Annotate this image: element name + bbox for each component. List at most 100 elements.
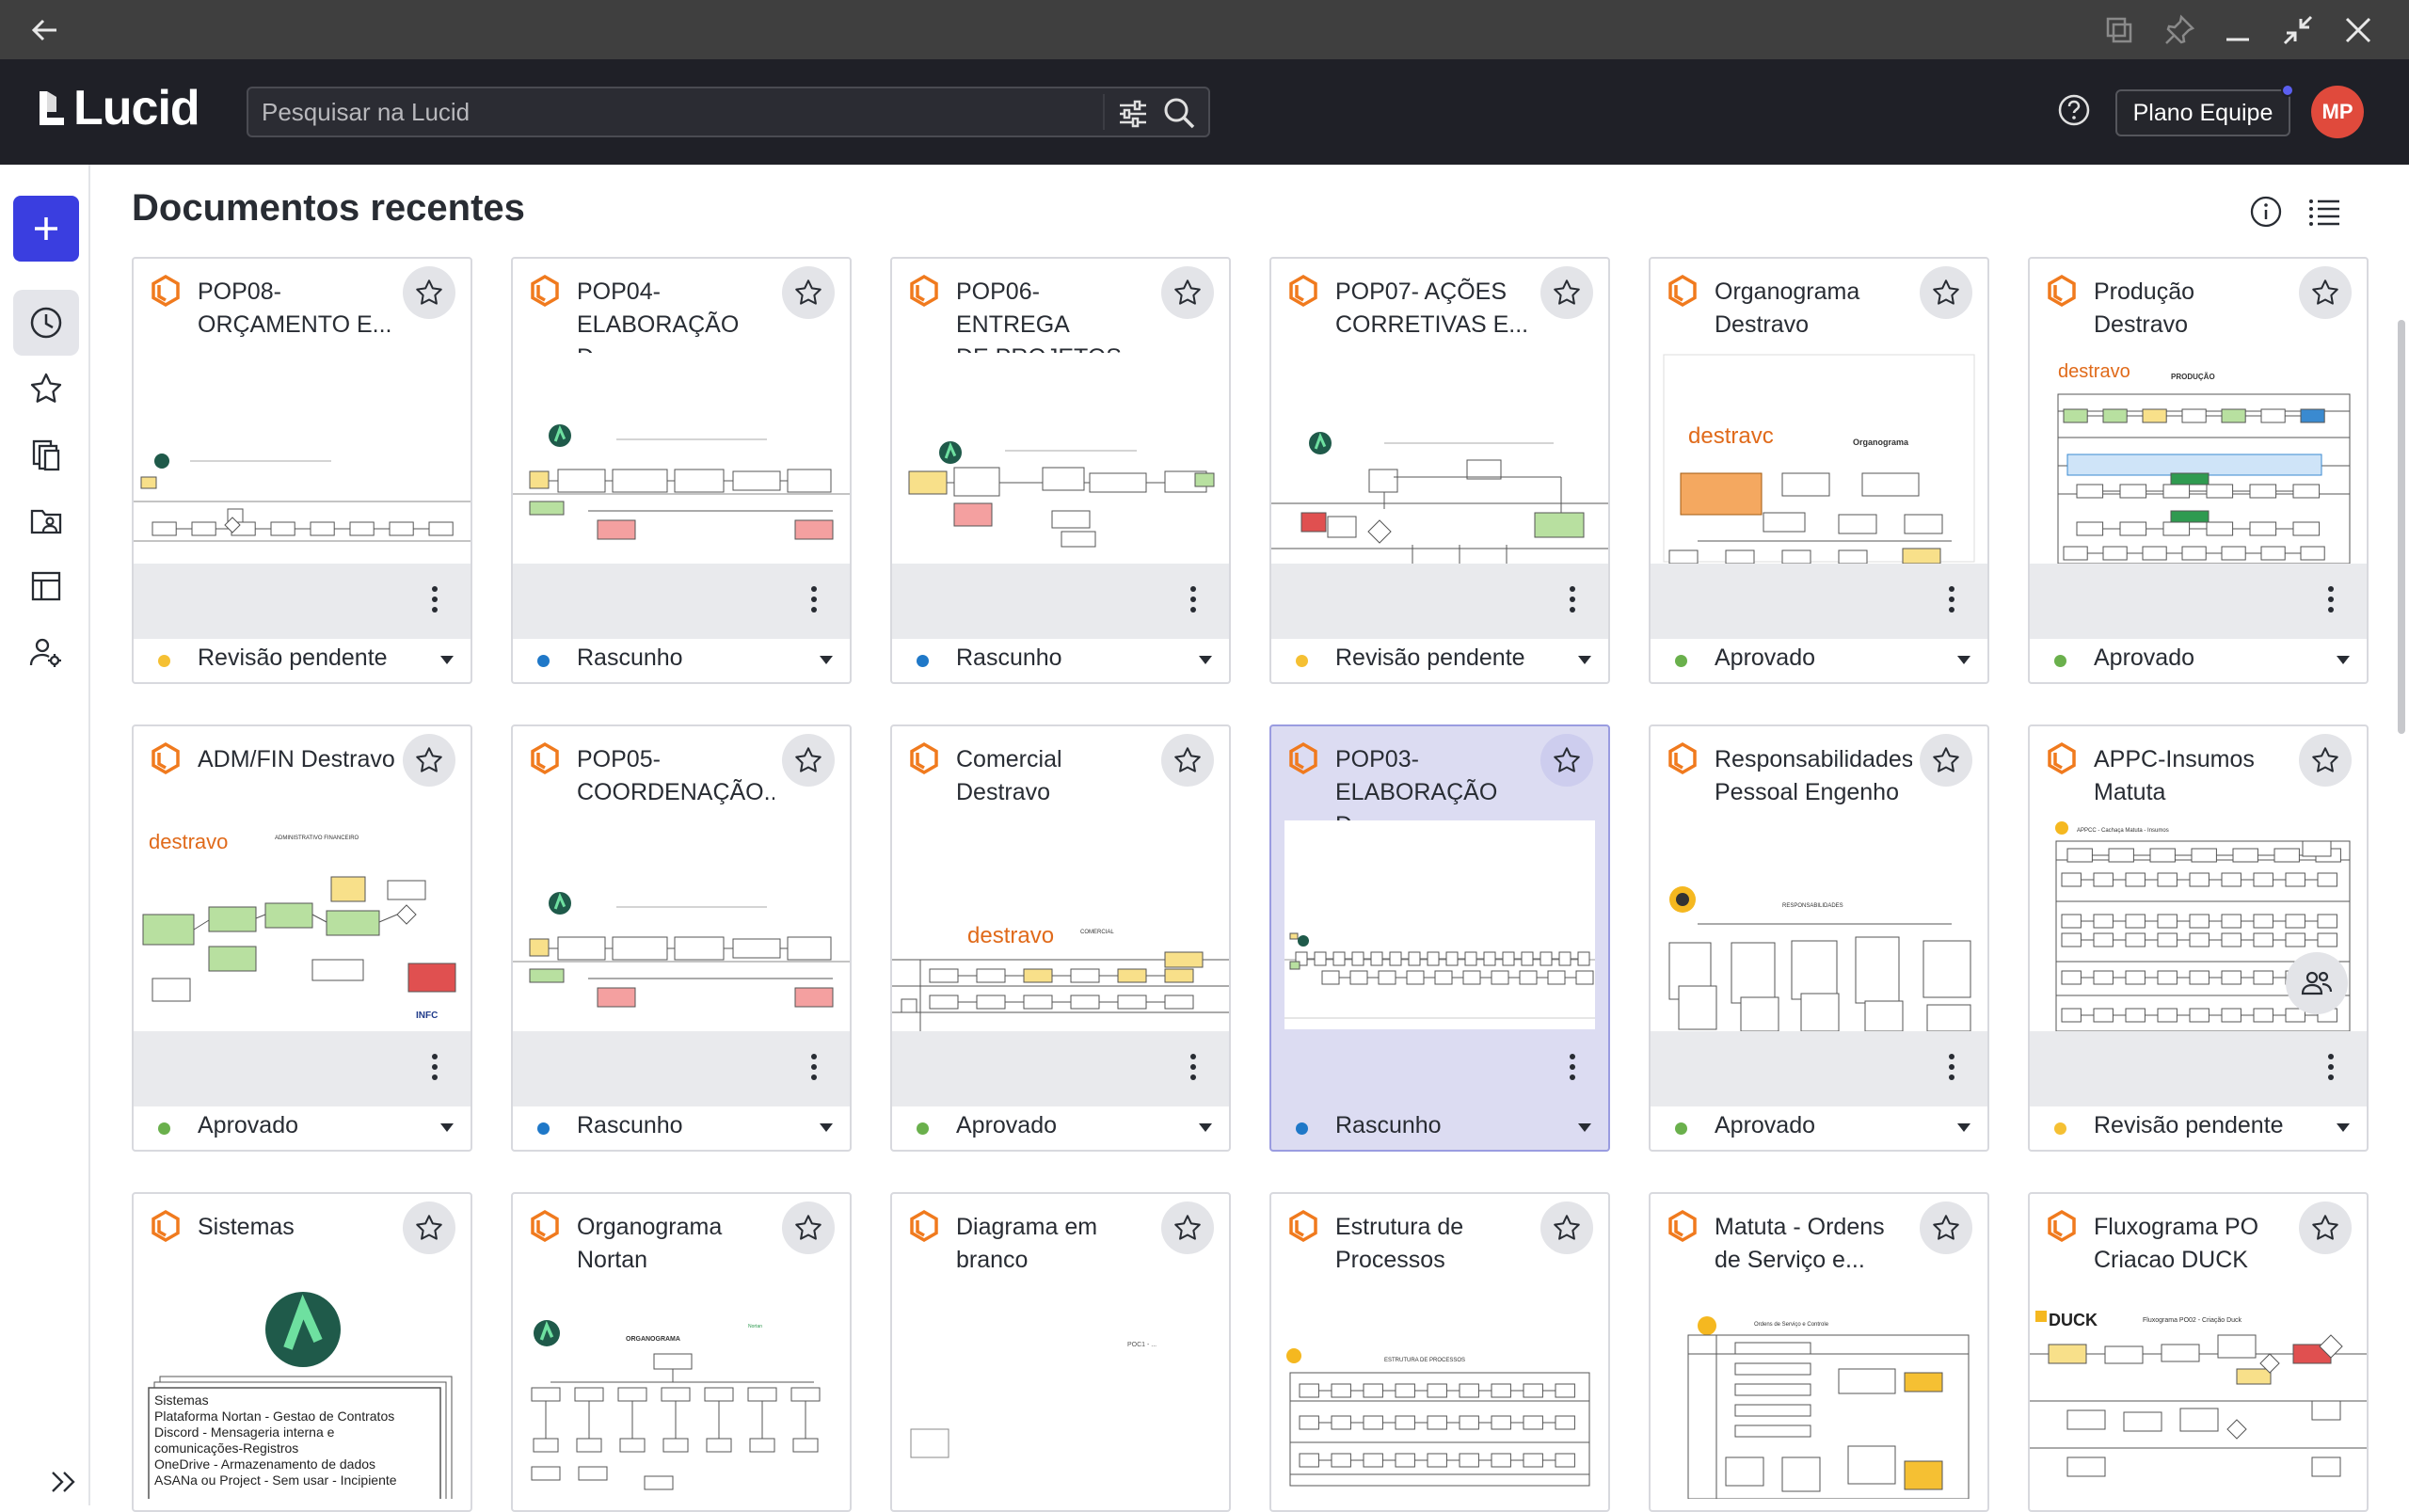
new-document-button[interactable] [13, 196, 79, 262]
favorite-star-button[interactable] [782, 734, 835, 787]
document-thumbnail: ORGANOGRAMA Nortan [513, 1288, 850, 1499]
pin-icon[interactable] [2161, 11, 2198, 49]
lucidchart-icon [149, 741, 183, 775]
status-dropdown[interactable]: Revisão pendente [134, 639, 471, 682]
document-card[interactable]: Organograma Nortan ORGANOGRAMA Nortan [511, 1192, 852, 1512]
close-icon[interactable] [2339, 11, 2377, 49]
document-card[interactable]: Organograma Destravo destravc Organograma A… [1649, 257, 1989, 684]
document-card[interactable]: POP07- AÇÕES CORRETIVAS E... Revisão pend… [1269, 257, 1610, 684]
favorite-star-button[interactable] [2299, 266, 2352, 319]
document-card[interactable]: Responsabilidades Pessoal Engenho RESPONS… [1649, 724, 1989, 1152]
status-dropdown[interactable]: Aprovado [1651, 1106, 1987, 1150]
document-card[interactable]: Estrutura de Processos ESTRUTURA DE PROCE… [1269, 1192, 1610, 1512]
status-dropdown[interactable]: Revisão pendente [1271, 639, 1608, 682]
document-card[interactable]: Fluxograma PO Criacao DUCK DUCK Fluxograma… [2028, 1192, 2369, 1512]
help-icon[interactable] [2055, 91, 2093, 129]
expand-sidebar-icon[interactable] [45, 1463, 83, 1501]
star-icon [795, 279, 822, 305]
status-dropdown[interactable]: Aprovado [892, 1106, 1229, 1150]
favorite-star-button[interactable] [2299, 1202, 2352, 1254]
status-dropdown[interactable]: Rascunho [513, 639, 850, 682]
document-card[interactable]: APPC-Insumos Matuta APPCC - Cachaça Matut… [2028, 724, 2369, 1152]
status-dropdown[interactable]: Rascunho [513, 1106, 850, 1150]
plan-button[interactable]: Plano Equipe [2115, 84, 2294, 136]
document-card[interactable]: Comercial Destravo destravo COMERCIAL Aprov… [890, 724, 1231, 1152]
back-icon[interactable] [26, 11, 64, 49]
favorite-star-button[interactable] [782, 1202, 835, 1254]
collaborators-button[interactable] [2286, 952, 2348, 1014]
document-card[interactable]: POP05- COORDENAÇÃO... Rascunho [511, 724, 852, 1152]
sidebar-item-shared[interactable] [13, 487, 79, 553]
favorite-star-button[interactable] [782, 266, 835, 319]
favorite-star-button[interactable] [1540, 1202, 1593, 1254]
more-options-button[interactable] [795, 579, 833, 620]
more-options-button[interactable] [2312, 579, 2350, 620]
favorite-star-button[interactable] [1920, 1202, 1972, 1254]
document-card[interactable]: ADM/FIN Destravo destravo ADMINISTRATIVO F… [132, 724, 472, 1152]
document-thumbnail: Sistemas Plataforma Nortan - Gestao de Co… [134, 1288, 471, 1499]
svg-text:destravo: destravo [967, 923, 1054, 948]
info-icon[interactable] [2247, 193, 2285, 231]
favorite-star-button[interactable] [2299, 734, 2352, 787]
status-label: Revisão pendente [2094, 1112, 2284, 1138]
document-thumbnail: destravo PRODUÇÃO [2030, 353, 2367, 564]
shrink-icon[interactable] [2279, 11, 2317, 49]
search-icon[interactable] [1159, 93, 1199, 133]
favorite-star-button[interactable] [1161, 266, 1214, 319]
document-card[interactable]: Produção Destravo destravo PRODUÇÃO Aprovad… [2028, 257, 2369, 684]
status-dropdown[interactable]: Aprovado [2030, 639, 2367, 682]
status-dropdown[interactable]: Aprovado [1651, 639, 1987, 682]
favorite-star-button[interactable] [1920, 734, 1972, 787]
favorite-star-button[interactable] [1540, 734, 1593, 787]
sidebar-item-documents[interactable] [13, 422, 79, 487]
more-options-button[interactable] [795, 1046, 833, 1088]
app-header: Lucid Plano Equipe MP [0, 59, 2409, 165]
filter-icon[interactable] [1114, 95, 1152, 133]
sidebar-item-templates[interactable] [13, 553, 79, 619]
status-dot [1296, 655, 1308, 667]
more-options-button[interactable] [416, 1046, 454, 1088]
status-dropdown[interactable]: Aprovado [134, 1106, 471, 1150]
document-card[interactable]: Diagrama em branco POC1 - ... [890, 1192, 1231, 1512]
popout-icon[interactable] [2100, 11, 2138, 49]
favorite-star-button[interactable] [403, 266, 455, 319]
scrollbar[interactable] [2398, 320, 2405, 734]
document-card[interactable]: POP08- ORÇAMENTO E... Revisão pendente [132, 257, 472, 684]
list-view-icon[interactable] [2305, 193, 2343, 231]
more-options-button[interactable] [1554, 1046, 1591, 1088]
sidebar-item-favorites[interactable] [13, 356, 79, 422]
more-options-button[interactable] [1933, 579, 1970, 620]
more-options-button[interactable] [1174, 1046, 1212, 1088]
status-dropdown[interactable]: Rascunho [892, 639, 1229, 682]
favorite-star-button[interactable] [1540, 266, 1593, 319]
more-options-button[interactable] [1554, 579, 1591, 620]
more-options-button[interactable] [2312, 1046, 2350, 1088]
caret-down-icon [820, 1123, 833, 1132]
document-thumbnail [1271, 353, 1608, 564]
favorite-star-button[interactable] [1161, 1202, 1214, 1254]
favorite-star-button[interactable] [403, 1202, 455, 1254]
status-dot [1296, 1122, 1308, 1135]
document-title: POP07- AÇÕES CORRETIVAS E... [1335, 279, 1529, 338]
document-card[interactable]: POP04- ELABORAÇÃO D...Rascunho [511, 257, 852, 684]
lucid-logo[interactable]: Lucid [36, 80, 200, 136]
minimize-icon[interactable] [2219, 11, 2257, 49]
more-options-button[interactable] [1933, 1046, 1970, 1088]
star-icon [416, 747, 442, 772]
avatar[interactable]: MP [2311, 86, 2364, 138]
more-options-button[interactable] [416, 579, 454, 620]
sidebar-item-recent[interactable] [13, 290, 79, 356]
sidebar-item-admin[interactable] [13, 619, 79, 685]
status-dropdown[interactable]: Rascunho [1271, 1106, 1608, 1150]
lucidchart-icon [1666, 1209, 1699, 1243]
document-card[interactable]: POP03- ELABORAÇÃO D...Rascunho [1269, 724, 1610, 1152]
document-card[interactable]: POP06- ENTREGA DE PROJETOS A...Rascunho [890, 257, 1231, 684]
document-card[interactable]: Sistemas Sistemas Plataforma Nortan - Gest… [132, 1192, 472, 1512]
search-input[interactable] [262, 88, 1109, 135]
favorite-star-button[interactable] [1161, 734, 1214, 787]
favorite-star-button[interactable] [403, 734, 455, 787]
more-options-button[interactable] [1174, 579, 1212, 620]
favorite-star-button[interactable] [1920, 266, 1972, 319]
document-card[interactable]: Matuta - Ordens de Serviço e... Ordens de… [1649, 1192, 1989, 1512]
status-dropdown[interactable]: Revisão pendente [2030, 1106, 2367, 1150]
